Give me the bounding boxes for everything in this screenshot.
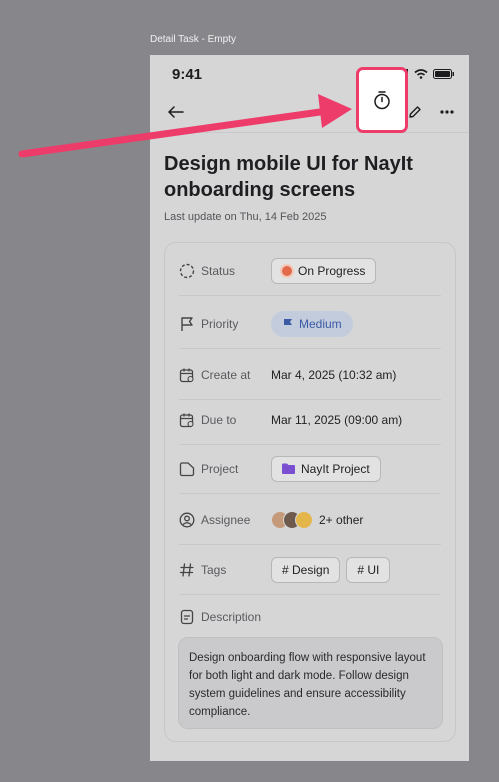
purple-folder-icon — [282, 463, 295, 474]
project-chip-text: NayIt Project — [301, 461, 370, 476]
project-label: Project — [179, 461, 271, 477]
status-time: 9:41 — [172, 66, 203, 83]
created-row: Create at Mar 4, 2025 (10:32 am) — [179, 350, 441, 400]
battery-icon — [433, 69, 454, 79]
priority-label: Priority — [179, 316, 271, 332]
status-dot-icon — [282, 265, 292, 276]
hash-icon — [179, 562, 194, 577]
due-label-text: Due to — [201, 412, 237, 427]
frame-label: Detail Task - Empty — [150, 34, 236, 45]
note-icon — [180, 609, 194, 625]
project-value: NayIt Project — [271, 455, 381, 482]
status-label: Status — [179, 263, 271, 279]
back-button[interactable] — [164, 100, 188, 124]
description-label: Description — [179, 609, 261, 625]
wifi-icon — [414, 69, 428, 79]
phone-screen: 9:41 Design mobile UI for NayIt onboardi… — [150, 55, 469, 761]
priority-chip[interactable]: Medium — [271, 310, 353, 337]
created-label-text: Create at — [201, 367, 251, 382]
stopwatch-icon — [374, 91, 390, 110]
tag-chip-ui[interactable]: # UI — [346, 556, 391, 583]
assignee-label-text: Assignee — [201, 512, 251, 527]
priority-label-text: Priority — [201, 316, 239, 331]
folder-icon — [179, 461, 195, 476]
description-text[interactable]: Design onboarding flow with responsive l… — [178, 637, 443, 729]
status-label-text: Status — [201, 263, 236, 278]
assignee-value[interactable]: 2+ other — [271, 510, 364, 529]
last-update-text: Last update on Thu, 14 Feb 2025 — [164, 211, 327, 223]
project-row: Project NayIt Project — [179, 444, 441, 494]
project-chip[interactable]: NayIt Project — [271, 455, 381, 482]
more-button[interactable] — [435, 100, 459, 124]
flag-icon — [181, 316, 193, 331]
status-chip[interactable]: On Progress — [271, 257, 377, 284]
navbar-actions — [403, 100, 459, 124]
status-value: On Progress — [271, 257, 377, 284]
priority-row: Priority Medium — [179, 299, 441, 349]
description-label-text: Description — [201, 610, 262, 624]
pencil-icon — [409, 106, 421, 118]
assignee-row: Assignee 2+ other — [179, 495, 441, 545]
due-row: Due to Mar 11, 2025 (09:00 am) — [179, 395, 441, 445]
top-navbar — [150, 95, 469, 133]
due-value: Mar 11, 2025 (09:00 am) — [271, 412, 403, 427]
avatar-group — [271, 510, 313, 529]
arrow-left-icon — [168, 106, 184, 118]
due-label: Due to — [179, 412, 271, 428]
created-value: Mar 4, 2025 (10:32 am) — [271, 367, 397, 382]
assignee-label: Assignee — [179, 512, 271, 528]
task-title: Design mobile UI for NayIt onboarding sc… — [164, 153, 413, 201]
tag-chip-design[interactable]: # Design — [271, 556, 341, 583]
priority-value: Medium — [271, 310, 353, 337]
calendar-icon — [179, 368, 194, 382]
status-chip-text: On Progress — [298, 263, 366, 278]
priority-chip-text: Medium — [299, 316, 342, 331]
status-row: Status On Progress — [179, 246, 441, 296]
created-label: Create at — [179, 367, 271, 383]
loader-icon — [179, 263, 195, 278]
tags-value: # Design # UI — [271, 556, 391, 583]
task-details-card: Status On Progress Priority Medium Creat… — [164, 242, 456, 742]
tags-label-text: Tags — [201, 562, 227, 577]
status-bar: 9:41 — [150, 55, 469, 95]
flag-filled-icon — [284, 319, 292, 329]
avatar — [295, 510, 313, 529]
user-circle-icon — [179, 512, 195, 527]
timer-button[interactable] — [356, 67, 408, 133]
tags-row: Tags # Design # UI — [179, 545, 441, 595]
tags-label: Tags — [179, 562, 271, 578]
project-label-text: Project — [201, 461, 239, 476]
ellipsis-icon — [440, 110, 454, 114]
assignee-more-text: 2+ other — [319, 512, 364, 527]
calendar-due-icon — [179, 413, 194, 427]
